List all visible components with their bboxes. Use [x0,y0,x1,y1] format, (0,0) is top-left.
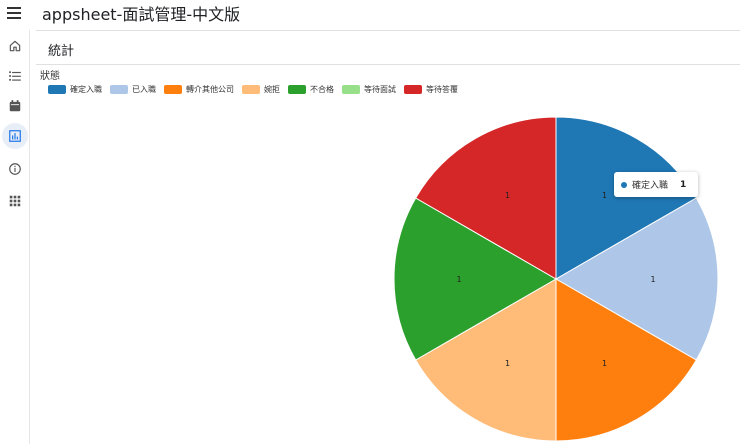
pie-chart: 1 1 1 1 1 1 [393,116,719,442]
chart-tooltip: 確定入職 1 [614,172,698,197]
tooltip-color-dot [621,181,627,188]
tooltip-label: 確定入職 [632,181,669,191]
pie-slice-label: 1 [650,275,655,284]
tooltip-value: 1 [680,179,687,190]
pie-slice-label: 1 [602,191,607,200]
pie-slice-label: 1 [602,359,607,368]
pie-slice-label: 1 [505,359,510,368]
pie-slice-label: 1 [505,191,510,200]
pie-slice-label: 1 [456,275,461,284]
